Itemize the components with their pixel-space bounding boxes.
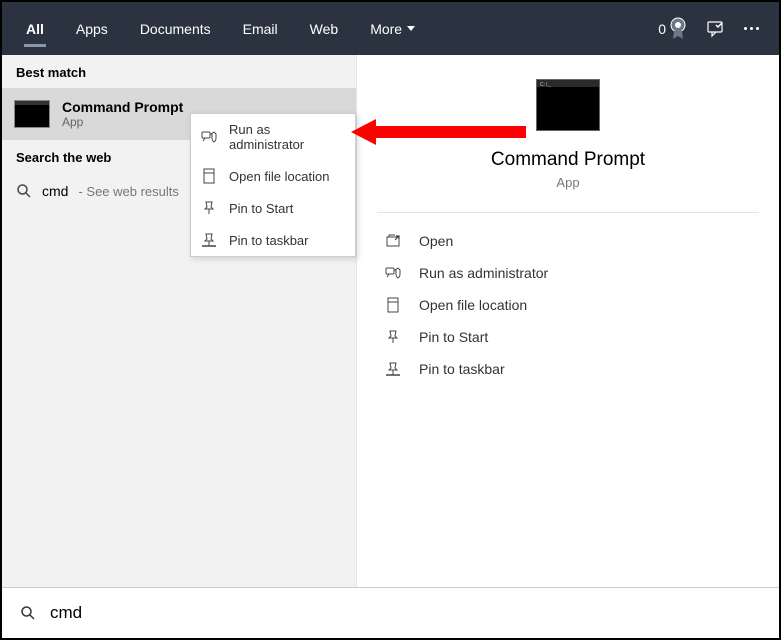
search-icon <box>20 605 36 621</box>
ctx-open-file-location[interactable]: Open file location <box>191 160 355 192</box>
feedback-icon[interactable] <box>706 19 726 39</box>
medal-icon <box>668 17 688 41</box>
pin-taskbar-icon <box>385 361 401 377</box>
left-panel: Best match Command Prompt App Search the… <box>2 55 356 589</box>
topbar: All Apps Documents Email Web More 0 <box>2 2 779 55</box>
tab-all[interactable]: All <box>10 2 60 55</box>
shield-icon <box>385 265 401 281</box>
tab-documents[interactable]: Documents <box>124 2 227 55</box>
right-panel: C:\_ Command Prompt App Open Run as admi… <box>356 55 779 589</box>
hero-subtitle: App <box>556 175 579 190</box>
tab-email[interactable]: Email <box>227 2 294 55</box>
chevron-down-icon <box>407 26 415 31</box>
action-run-as-admin[interactable]: Run as administrator <box>357 257 779 289</box>
result-title: Command Prompt <box>62 99 183 115</box>
ctx-pin-to-start[interactable]: Pin to Start <box>191 192 355 224</box>
action-list: Open Run as administrator Open file loca… <box>357 213 779 397</box>
command-prompt-icon-large: C:\_ <box>536 79 600 131</box>
web-query-text: cmd <box>42 183 68 199</box>
tab-more[interactable]: More <box>354 2 431 55</box>
hero-title: Command Prompt <box>491 149 645 171</box>
tab-apps[interactable]: Apps <box>60 2 124 55</box>
search-icon <box>16 183 32 199</box>
pin-icon <box>201 200 217 216</box>
pin-taskbar-icon <box>201 232 217 248</box>
web-suffix-text: - See web results <box>78 184 178 199</box>
more-options-icon[interactable] <box>744 27 759 30</box>
search-bar[interactable] <box>2 587 779 638</box>
ctx-run-as-admin[interactable]: Run as administrator <box>191 114 355 160</box>
action-open[interactable]: Open <box>357 225 779 257</box>
command-prompt-icon <box>14 100 50 128</box>
ctx-pin-to-taskbar[interactable]: Pin to taskbar <box>191 224 355 256</box>
folder-icon <box>385 297 401 313</box>
folder-icon <box>201 168 217 184</box>
tab-web[interactable]: Web <box>294 2 355 55</box>
result-subtitle: App <box>62 115 183 129</box>
rewards-badge[interactable]: 0 <box>658 17 688 41</box>
hero-section: C:\_ Command Prompt App <box>377 79 759 213</box>
search-input[interactable] <box>50 603 761 623</box>
action-open-file-location[interactable]: Open file location <box>357 289 779 321</box>
action-pin-to-taskbar[interactable]: Pin to taskbar <box>357 353 779 385</box>
action-pin-to-start[interactable]: Pin to Start <box>357 321 779 353</box>
shield-icon <box>201 129 217 145</box>
context-menu: Run as administrator Open file location … <box>190 113 356 257</box>
open-icon <box>385 233 401 249</box>
pin-icon <box>385 329 401 345</box>
best-match-header: Best match <box>2 55 356 88</box>
